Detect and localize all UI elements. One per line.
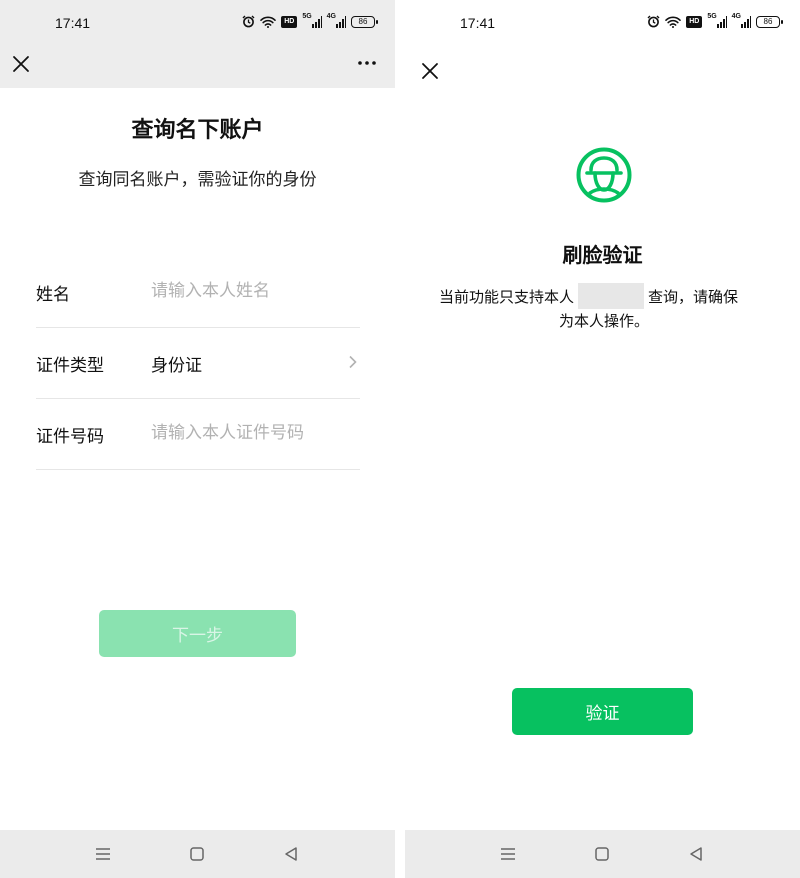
id-number-row: 证件号码 [36,398,360,470]
hd-icon: HD [281,15,298,28]
signal-4g-icon: 4G [327,13,346,28]
status-time: 17:41 [460,15,496,31]
status-icons: HD 5G 4G 86 [242,13,378,28]
status-bar: 17:41 HD 5G 4G 86 [0,0,395,48]
battery-indicator: 86 [756,15,783,28]
alarm-icon [242,15,255,28]
chevron-right-icon[interactable] [348,355,358,369]
description-line2: 为本人操作。 [558,312,649,330]
alarm-icon [647,15,660,28]
signal-4g-icon: 4G [732,13,751,28]
query-accounts-screen: 17:41 HD 5G 4G 86 查询名下账户 查询同名账户，需验证你的身份 … [0,0,395,878]
status-bar: 17:41 HD 5G 4G 86 [405,0,800,48]
home-icon[interactable] [593,845,611,863]
system-nav-bar [0,830,395,878]
back-icon[interactable] [282,845,300,863]
screen-divider [395,0,405,878]
page-subtitle: 查询同名账户，需验证你的身份 [78,170,317,190]
signal-5g-icon: 5G [707,13,727,28]
redacted-name [578,283,645,309]
top-nav-bar [0,48,395,88]
page-title: 查询名下账户 [131,118,264,143]
menu-icon[interactable] [499,845,517,863]
description-suffix: 查询，请确保 [648,288,739,306]
id-type-label: 证件类型 [36,356,104,376]
more-dots-icon[interactable] [357,56,377,70]
next-step-button[interactable]: 下一步 [99,610,296,657]
hd-icon: HD [686,15,703,28]
verify-button[interactable]: 验证 [512,688,693,735]
description-prefix: 当前功能只支持本人 [439,288,575,306]
face-verify-title: 刷脸验证 [562,243,643,267]
id-type-value[interactable]: 身份证 [151,351,202,376]
back-icon[interactable] [687,845,705,863]
name-label: 姓名 [36,285,70,305]
battery-indicator: 86 [351,15,378,28]
name-input[interactable] [151,274,351,308]
description-line1: 当前功能只支持本人 查询，请确保 [439,283,739,309]
id-number-input[interactable] [151,416,351,450]
face-verification-screen: 17:41 HD 5G 4G 86 刷脸验证 当前功能只支持本人 查询，请确保 为… [405,0,800,878]
face-verify-icon [576,147,632,203]
id-number-label: 证件号码 [36,427,104,447]
status-time: 17:41 [55,15,91,31]
status-icons: HD 5G 4G 86 [647,13,783,28]
menu-icon[interactable] [94,845,112,863]
top-nav-bar [405,48,800,88]
id-type-row[interactable]: 证件类型 身份证 [36,327,360,399]
name-row: 姓名 [36,256,360,328]
home-icon[interactable] [188,845,206,863]
close-icon[interactable] [10,53,32,75]
face-verify-description: 当前功能只支持本人 查询，请确保 为本人操作。 [439,283,769,333]
close-icon[interactable] [419,60,441,82]
system-nav-bar [405,830,800,878]
wifi-icon [260,16,277,28]
signal-5g-icon: 5G [302,13,322,28]
wifi-icon [665,16,682,28]
